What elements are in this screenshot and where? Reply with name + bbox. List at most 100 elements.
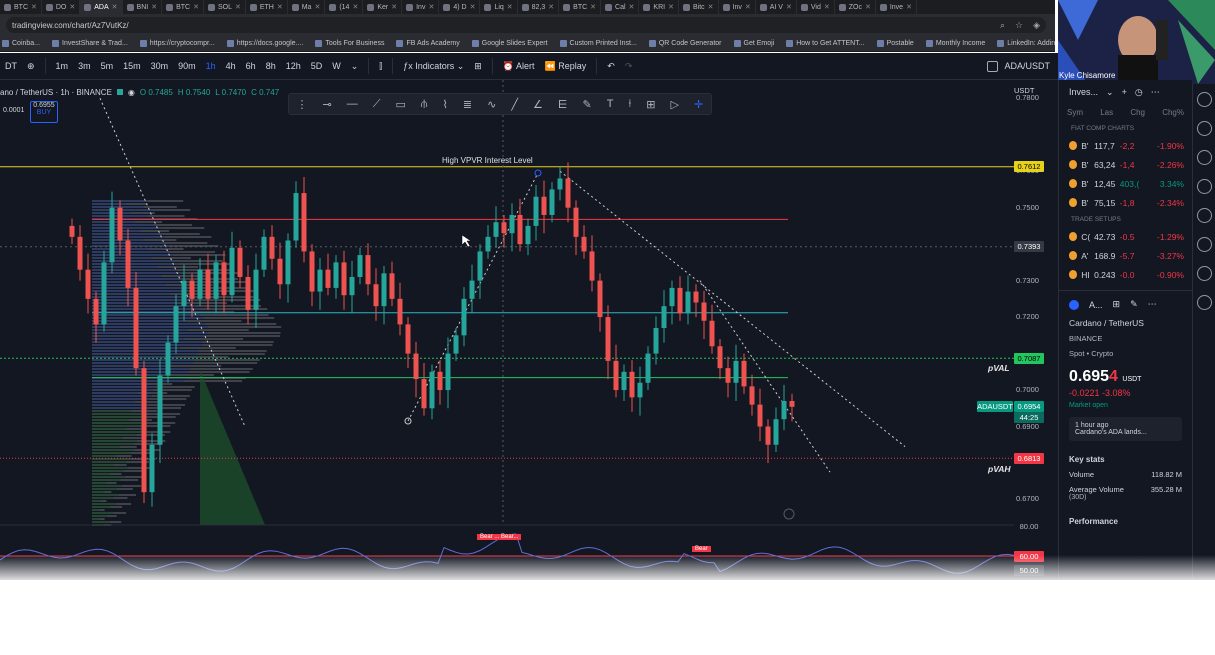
indicators-button[interactable]: ƒx Indicators ⌄	[398, 61, 469, 72]
browser-tab[interactable]: (14 ✕	[325, 0, 364, 14]
bookmark-item[interactable]: Postable	[876, 40, 914, 47]
tab-close-icon[interactable]: ✕	[470, 3, 476, 11]
redo-icon[interactable]: ↷	[620, 61, 638, 72]
interval-W[interactable]: W	[327, 61, 346, 71]
tab-close-icon[interactable]: ✕	[824, 3, 830, 11]
watchlist-section-trade[interactable]: TRADE SETUPS	[1059, 212, 1192, 227]
price-label-icon[interactable]: ⍿	[628, 98, 631, 111]
angle-icon[interactable]: ∠	[533, 98, 543, 111]
watchlist-row[interactable]: HI 0.243 -0.0 -0.90%	[1059, 265, 1192, 284]
chart-pane[interactable]	[0, 80, 1058, 580]
bookmark-item[interactable]: LinkedIn: Adding N...	[997, 40, 1055, 47]
watchlist-icon[interactable]	[1196, 92, 1212, 107]
interval-15m[interactable]: 15m	[118, 61, 146, 71]
tab-close-icon[interactable]: ✕	[352, 3, 358, 11]
candles-type-icon[interactable]: ⫿	[374, 61, 387, 72]
interval-1m[interactable]: 1m	[51, 61, 74, 71]
tab-close-icon[interactable]: ✕	[112, 3, 118, 11]
tab-close-icon[interactable]: ✕	[786, 3, 792, 11]
bookmark-item[interactable]: Custom Printed Inst...	[559, 40, 637, 47]
bookmark-item[interactable]: FB Ads Academy	[396, 40, 460, 47]
browser-tab[interactable]: Inv ✕	[719, 0, 756, 14]
browser-tab[interactable]: BNI ✕	[123, 0, 163, 14]
interval-4h[interactable]: 4h	[221, 61, 241, 71]
calendar-icon[interactable]	[1196, 208, 1212, 223]
browser-tab[interactable]: BTC ✕	[559, 0, 602, 14]
price-chart[interactable]	[0, 80, 1058, 580]
tab-close-icon[interactable]: ✕	[31, 3, 37, 11]
watchlist-row[interactable]: B' 12,45 403,(3.34%	[1059, 174, 1192, 193]
watchlist-row[interactable]: B' 75,15 -1,8 -2.34%	[1059, 193, 1192, 212]
browser-tab[interactable]: ZOc ✕	[835, 0, 876, 14]
interval-5m[interactable]: 5m	[96, 61, 119, 71]
tab-close-icon[interactable]: ✕	[428, 3, 434, 11]
replay-button[interactable]: ⏪ Replay	[540, 61, 592, 72]
chat-icon[interactable]	[1196, 266, 1212, 281]
tab-close-icon[interactable]: ✕	[277, 3, 283, 11]
hotlist-icon[interactable]	[1196, 179, 1212, 194]
browser-tab[interactable]: ADA ✕	[80, 0, 123, 14]
bookmark-item[interactable]: InvestShare & Trad...	[52, 40, 128, 47]
pitchfork-icon[interactable]: ⫛	[421, 98, 428, 111]
browser-tab[interactable]: Ker ✕	[363, 0, 403, 14]
watchlist-row[interactable]: B' 63,24 -1,4 -2.26%	[1059, 155, 1192, 174]
tab-close-icon[interactable]: ✕	[507, 3, 513, 11]
tab-close-icon[interactable]: ✕	[235, 3, 241, 11]
bookmark-item[interactable]: https://cryptocompr...	[139, 40, 215, 47]
symbol-search-button[interactable]: DT	[0, 61, 22, 71]
interval-8h[interactable]: 8h	[261, 61, 281, 71]
sell-price[interactable]: 0.0001	[3, 107, 24, 114]
wave-icon[interactable]: ∿	[487, 98, 496, 111]
layers-icon[interactable]	[1196, 150, 1212, 165]
bookmark-item[interactable]: Monthly Income	[925, 40, 985, 47]
watchlist-section-fiat[interactable]: FIAT COMP CHARTS	[1059, 121, 1192, 136]
browser-tab[interactable]: Cal ✕	[601, 0, 640, 14]
interval-1h[interactable]: 1h	[201, 61, 221, 71]
compare-add-icon[interactable]: ⊕	[22, 61, 40, 72]
interval-5D[interactable]: 5D	[306, 61, 328, 71]
drag-handle-icon[interactable]: ⋮	[297, 98, 308, 111]
tab-close-icon[interactable]: ✕	[69, 3, 75, 11]
tab-close-icon[interactable]: ✕	[906, 3, 912, 11]
url-field[interactable]: tradingview.com/chart/Az7VutKz/ ⌕ ☆ ◈	[6, 17, 1046, 33]
trend-line-icon[interactable]: ⟋	[373, 98, 381, 111]
play-icon[interactable]: ▷	[671, 98, 679, 111]
details-more-icon[interactable]: ⋯	[1148, 299, 1157, 310]
browser-tab[interactable]: ETH ✕	[246, 0, 288, 14]
grid-icon[interactable]: ⊞	[1113, 299, 1121, 310]
browser-tab[interactable]: Vid ✕	[797, 0, 835, 14]
buy-button[interactable]: 0.6955 BUY	[30, 101, 58, 123]
bookmark-item[interactable]: QR Code Generator	[648, 40, 722, 47]
layout-checkbox[interactable]	[987, 60, 999, 72]
interval-6h[interactable]: 6h	[241, 61, 261, 71]
horizontal-line-icon[interactable]: —	[347, 98, 358, 110]
alerts-icon[interactable]	[1196, 121, 1212, 136]
legend-visibility-icon[interactable]: ◉	[128, 88, 135, 97]
browser-tab[interactable]: 4) D ✕	[439, 0, 481, 14]
browser-tab[interactable]: Liq ✕	[480, 0, 518, 14]
tab-close-icon[interactable]: ✕	[548, 3, 554, 11]
ideas-icon[interactable]	[1196, 237, 1212, 252]
browser-tab[interactable]: AI V ✕	[756, 0, 797, 14]
interval-12h[interactable]: 12h	[281, 61, 306, 71]
horizontal-ray-icon[interactable]: ⊸	[323, 98, 332, 111]
interval-90m[interactable]: 90m	[173, 61, 201, 71]
fib-fan-icon[interactable]: ⋿	[558, 98, 568, 111]
watchlist-title[interactable]: Inves...	[1069, 87, 1098, 97]
extension-icon[interactable]: ◈	[1033, 20, 1040, 31]
bookmark-item[interactable]: Tools For Business	[315, 40, 384, 47]
tab-close-icon[interactable]: ✕	[314, 3, 320, 11]
bookmark-item[interactable]: Google Slides Expert	[471, 40, 548, 47]
browser-tab[interactable]: Ma ✕	[288, 0, 326, 14]
star-icon[interactable]: ☆	[1015, 20, 1023, 31]
tab-close-icon[interactable]: ✕	[708, 3, 714, 11]
add-symbol-icon[interactable]: +	[1122, 87, 1127, 97]
templates-icon[interactable]: ⊞	[469, 61, 487, 72]
tab-close-icon[interactable]: ✕	[668, 3, 674, 11]
tab-close-icon[interactable]: ✕	[629, 3, 635, 11]
chevron-down-icon[interactable]: ⌄	[1106, 87, 1114, 98]
watchlist-row[interactable]: A' 168.9 -5.7 -3.27%	[1059, 246, 1192, 265]
rectangle-icon[interactable]: ▭	[395, 98, 405, 111]
browser-tab[interactable]: 82,3 ✕	[518, 0, 560, 14]
browser-tab[interactable]: Inve ✕	[876, 0, 917, 14]
